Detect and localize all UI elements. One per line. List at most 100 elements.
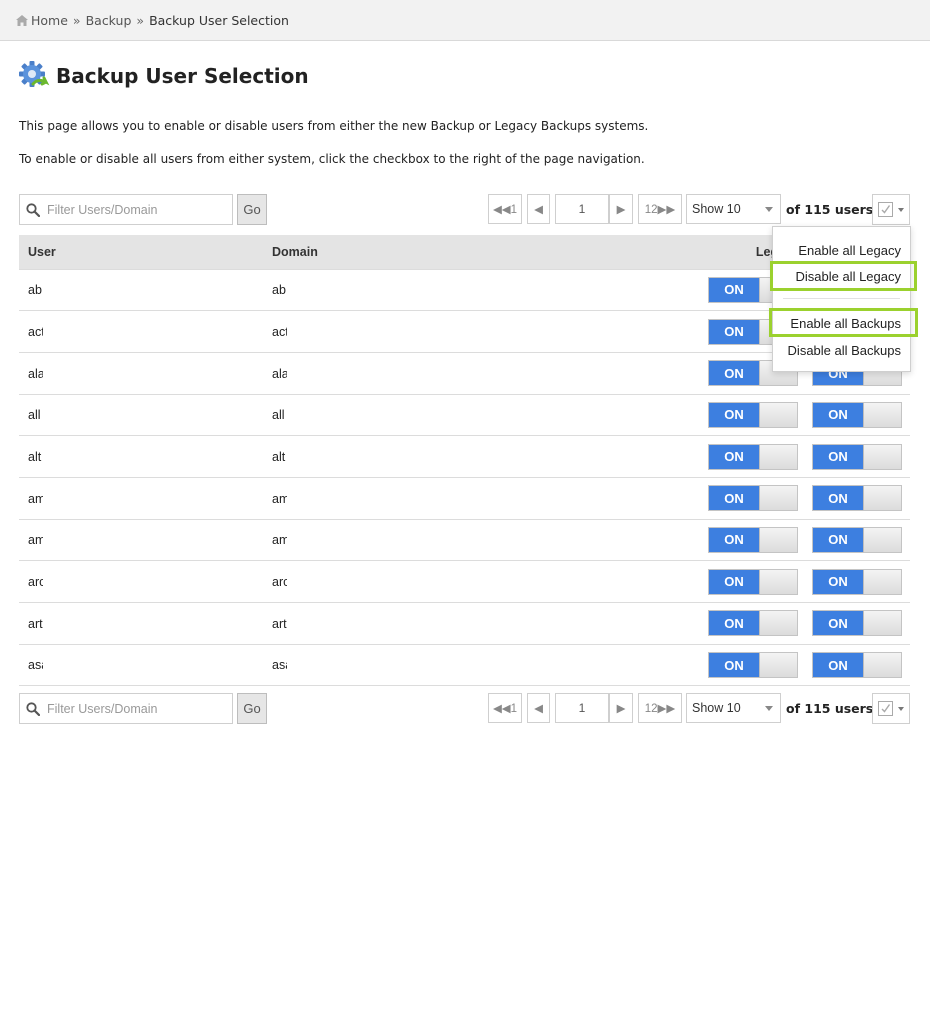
first-page-button[interactable]: ◀◀1 xyxy=(488,693,522,723)
cell-user: all xyxy=(19,393,263,436)
domain-name: ala xyxy=(272,366,287,381)
toggle-knob[interactable] xyxy=(759,527,797,552)
column-header-user[interactable]: User xyxy=(19,235,263,269)
toggle-on-label: ON xyxy=(709,611,759,636)
backup-toggle[interactable]: ON xyxy=(812,526,902,553)
cell-legacy: ON xyxy=(703,643,807,687)
toggle-on-label: ON xyxy=(813,402,863,427)
filter-input[interactable] xyxy=(45,201,215,218)
legacy-toggle[interactable]: ON xyxy=(708,443,798,470)
bottom-toolbar: Go ◀◀1 ◀ 1 ▶ 12▶▶ Show 10 of 115 users. xyxy=(19,693,910,725)
menu-item-enable-all-backups[interactable]: Enable all Backups xyxy=(790,316,901,331)
backup-toggle[interactable]: ON xyxy=(812,610,902,637)
backup-toggle[interactable]: ON xyxy=(812,401,902,428)
domain-name: asa xyxy=(272,658,287,673)
cell-user: arc xyxy=(19,560,263,603)
toggle-knob[interactable] xyxy=(863,653,901,678)
prev-page-button[interactable]: ◀ xyxy=(527,693,550,723)
chevron-down-icon xyxy=(898,707,904,711)
filter-input[interactable] xyxy=(45,700,215,717)
bulk-action-dropdown[interactable] xyxy=(872,194,910,225)
next-page-button[interactable]: ▶ xyxy=(609,693,633,723)
toggle-knob[interactable] xyxy=(759,402,797,427)
bulk-action-dropdown[interactable] xyxy=(872,693,910,724)
toggle-knob[interactable] xyxy=(863,402,901,427)
backup-toggle[interactable]: ON xyxy=(812,443,902,470)
legacy-toggle[interactable]: ON xyxy=(708,485,798,512)
cell-backup: ON xyxy=(807,393,910,436)
toggle-knob[interactable] xyxy=(863,486,901,511)
show-count-select[interactable]: Show 10 xyxy=(686,693,781,723)
go-button[interactable]: Go xyxy=(237,194,267,225)
cell-domain: all xyxy=(263,393,703,436)
backup-toggle[interactable]: ON xyxy=(812,568,902,595)
menu-item-enable-all-legacy[interactable]: Enable all Legacy xyxy=(798,243,901,258)
last-page-button[interactable]: 12▶▶ xyxy=(638,194,682,224)
domain-name: act xyxy=(272,324,287,339)
cell-user: alt xyxy=(19,435,263,478)
gear-backup-icon xyxy=(19,61,50,87)
legacy-toggle[interactable]: ON xyxy=(708,610,798,637)
user-name: alt xyxy=(28,449,42,464)
cell-domain: ala xyxy=(263,351,703,395)
show-count-value: Show 10 xyxy=(692,701,741,715)
checkmark-icon xyxy=(881,205,891,214)
menu-item-disable-all-legacy[interactable]: Disable all Legacy xyxy=(795,269,901,284)
user-name: am xyxy=(28,533,43,548)
domain-name: art xyxy=(272,616,287,631)
cell-domain: am xyxy=(263,518,703,561)
cell-user: am xyxy=(19,476,263,520)
toggle-knob[interactable] xyxy=(759,611,797,636)
domain-name: arc xyxy=(272,575,287,589)
toggle-on-label: ON xyxy=(813,527,863,552)
legacy-toggle[interactable]: ON xyxy=(708,401,798,428)
table-row: arc arc ON ON xyxy=(19,560,910,603)
show-count-select[interactable]: Show 10 xyxy=(686,194,781,224)
toggle-knob[interactable] xyxy=(759,486,797,511)
checkmark-icon xyxy=(881,704,891,713)
next-page-button[interactable]: ▶ xyxy=(609,194,633,224)
home-icon[interactable] xyxy=(16,14,28,26)
chevron-down-icon xyxy=(898,208,904,212)
legacy-toggle[interactable]: ON xyxy=(708,568,798,595)
bulk-checkbox[interactable] xyxy=(878,701,893,716)
total-users-label: of 115 users. xyxy=(786,202,878,217)
backup-toggle[interactable]: ON xyxy=(812,652,902,679)
domain-name: am xyxy=(272,491,287,506)
breadcrumb-current: Backup User Selection xyxy=(149,12,289,28)
cell-user: am xyxy=(19,518,263,561)
toggle-knob[interactable] xyxy=(759,653,797,678)
go-button[interactable]: Go xyxy=(237,693,267,724)
cell-backup: ON xyxy=(807,518,910,561)
toggle-knob[interactable] xyxy=(863,527,901,552)
prev-page-button[interactable]: ◀ xyxy=(527,194,550,224)
page-number-input[interactable]: 1 xyxy=(555,194,609,224)
top-toolbar: Go ◀◀1 ◀ 1 ▶ 12▶▶ Show 10 of 115 users. xyxy=(19,194,910,226)
backup-toggle[interactable]: ON xyxy=(812,485,902,512)
filter-box xyxy=(19,693,233,724)
table-row: alt alt ON ON xyxy=(19,435,910,478)
menu-item-disable-all-backups[interactable]: Disable all Backups xyxy=(788,343,901,358)
page-number-input[interactable]: 1 xyxy=(555,693,609,723)
toggle-knob[interactable] xyxy=(863,611,901,636)
first-page-button[interactable]: ◀◀1 xyxy=(488,194,522,224)
bulk-checkbox[interactable] xyxy=(878,202,893,217)
toggle-on-label: ON xyxy=(813,653,863,678)
user-name: all xyxy=(28,408,41,423)
legacy-toggle[interactable]: ON xyxy=(708,526,798,553)
cell-legacy: ON xyxy=(703,518,807,561)
toggle-knob[interactable] xyxy=(863,569,901,594)
breadcrumb-backup-link[interactable]: Backup xyxy=(86,13,132,28)
last-page-button[interactable]: 12▶▶ xyxy=(638,693,682,723)
breadcrumb: Home » Backup » Backup User Selection xyxy=(0,0,930,41)
breadcrumb-home-link[interactable]: Home xyxy=(31,13,68,28)
toggle-on-label: ON xyxy=(709,486,759,511)
toggle-knob[interactable] xyxy=(863,444,901,469)
cell-user: art xyxy=(19,602,263,645)
toggle-knob[interactable] xyxy=(759,569,797,594)
column-header-domain[interactable]: Domain xyxy=(263,235,703,269)
toggle-knob[interactable] xyxy=(759,444,797,469)
legacy-toggle[interactable]: ON xyxy=(708,652,798,679)
cell-user: asa xyxy=(19,643,263,687)
cell-legacy: ON xyxy=(703,602,807,645)
